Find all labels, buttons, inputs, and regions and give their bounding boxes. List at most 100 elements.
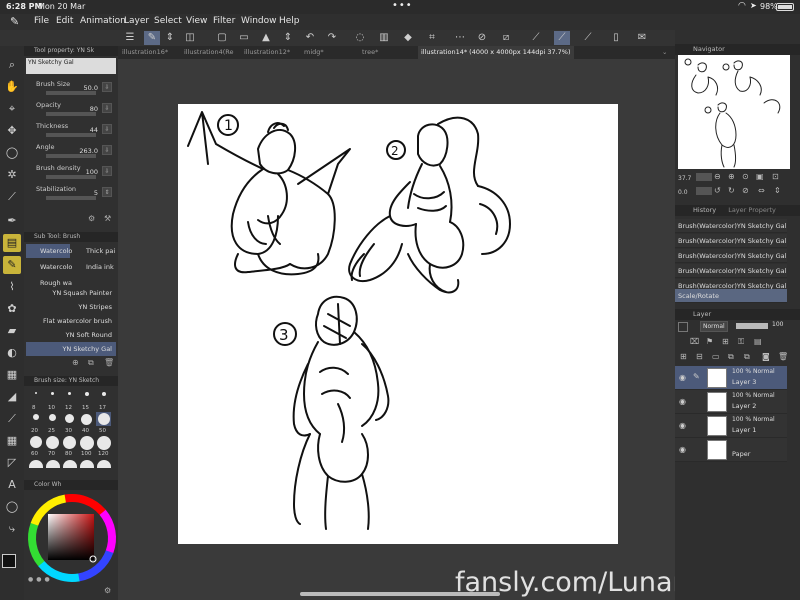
new-raster-layer-icon[interactable]: ⊞: [680, 352, 687, 361]
layer-row-2[interactable]: ◉ 100 % Normal Layer 2: [675, 390, 787, 414]
wrench-icon[interactable]: ⚒: [104, 214, 111, 223]
eraser-tool-icon[interactable]: ▰: [3, 322, 21, 340]
brush-list-item[interactable]: YN Soft Round: [26, 328, 116, 342]
navigator-thumbnail[interactable]: [678, 55, 790, 169]
export-icon[interactable]: ⇕: [280, 31, 296, 45]
size-cell[interactable]: [79, 414, 94, 428]
eyedropper-tool-icon[interactable]: ⟋: [3, 188, 21, 206]
hamburger-menu-icon[interactable]: ☰: [122, 31, 138, 45]
open-folder-icon[interactable]: ▭: [236, 31, 252, 45]
brush-list-item[interactable]: YN Squash Painter: [26, 286, 116, 300]
layer-color-icon[interactable]: ▤: [754, 337, 762, 346]
fill-icon[interactable]: ◆: [400, 31, 416, 45]
size-cell[interactable]: [62, 436, 77, 450]
color-settings-icon[interactable]: ⚙: [104, 586, 111, 595]
menu-layer[interactable]: Layer: [124, 16, 149, 26]
visibility-eye-icon[interactable]: ◉: [679, 397, 686, 406]
prop-toggle-icon[interactable]: ⇩: [102, 124, 112, 134]
selection-launcher-icon[interactable]: ⋯: [452, 31, 468, 45]
tab-illustration4[interactable]: illustration4(Re: [184, 48, 233, 56]
zoom-in-icon[interactable]: ⊕: [728, 172, 735, 181]
blend-mode-select[interactable]: Normal: [700, 321, 728, 332]
mask-icon[interactable]: ◙: [762, 352, 770, 361]
frame-tool-icon[interactable]: ▦: [3, 432, 21, 450]
gradient-tool-icon[interactable]: ◢: [3, 388, 21, 406]
help-icon[interactable]: ✉: [634, 31, 650, 45]
color-wheel[interactable]: [26, 492, 118, 584]
clip-layer-icon[interactable]: ⌧: [690, 337, 699, 346]
snap-grid-icon[interactable]: ⟋: [580, 31, 596, 45]
new-vector-layer-icon[interactable]: ⊟: [696, 352, 703, 361]
history-item[interactable]: Brush(Watercolor)YN Sketchy Gal: [675, 219, 787, 233]
tab-illustration12[interactable]: illustration12*: [244, 48, 290, 56]
clear-icon[interactable]: ▥: [376, 31, 392, 45]
delete-subtool-icon[interactable]: 🗑: [104, 358, 114, 367]
hand-tool-icon[interactable]: ✋: [3, 78, 21, 96]
ruler-icon[interactable]: ⧄: [498, 31, 514, 45]
size-cell[interactable]: [62, 460, 77, 474]
history-item[interactable]: Brush(Watercolor)YN Sketchy Gal: [675, 264, 787, 278]
device-icon[interactable]: ▯: [608, 31, 624, 45]
size-cell[interactable]: [45, 460, 60, 474]
prop-slider[interactable]: [46, 112, 96, 116]
brush-list-item[interactable]: Flat watercolor brush: [26, 314, 116, 328]
size-cell[interactable]: [62, 392, 77, 406]
companion-icon[interactable]: ◫: [182, 31, 198, 45]
lasso-tool-icon[interactable]: ◯: [3, 144, 21, 162]
size-cell[interactable]: [96, 436, 111, 450]
home-indicator[interactable]: [300, 592, 500, 596]
stepper-icon[interactable]: ⇕: [162, 31, 178, 45]
undo-icon[interactable]: ↶: [302, 31, 318, 45]
visibility-eye-icon[interactable]: ◉: [679, 373, 686, 382]
brush-list-item[interactable]: YN Stripes: [26, 300, 116, 314]
flip-vertical-icon[interactable]: ⇕: [774, 186, 781, 195]
menu-animation[interactable]: Animation: [80, 16, 126, 26]
brush-tool-icon[interactable]: ✎: [3, 256, 21, 274]
pencil-tool-icon[interactable]: ▤: [3, 234, 21, 252]
prop-brush-size[interactable]: Brush Size 50.0 ⇩: [32, 80, 116, 100]
prop-slider[interactable]: [46, 91, 96, 95]
layer-row-1[interactable]: ◉ 100 % Normal Layer 1: [675, 414, 787, 438]
subtool-india-ink[interactable]: India ink: [72, 260, 116, 274]
main-color-swatch[interactable]: [2, 554, 16, 568]
size-cell[interactable]: [28, 414, 43, 428]
prop-slider[interactable]: [46, 175, 96, 179]
drawing-canvas[interactable]: 1 2 3: [178, 104, 618, 544]
rotate-right-icon[interactable]: ↻: [728, 186, 735, 195]
transform-icon[interactable]: ⌗: [424, 31, 440, 45]
prop-toggle-icon[interactable]: ⇩: [102, 103, 112, 113]
size-cell[interactable]: [79, 460, 94, 474]
new-file-icon[interactable]: ▢: [214, 31, 230, 45]
rotate-left-icon[interactable]: ↺: [714, 186, 721, 195]
tab-overflow-chevron-icon[interactable]: ⌄: [662, 48, 667, 56]
color-mode-icons[interactable]: ●●●: [28, 576, 53, 583]
layer-opacity-slider[interactable]: [736, 323, 768, 329]
tab-midg[interactable]: midg*: [304, 48, 324, 56]
magic-wand-tool-icon[interactable]: ✲: [3, 166, 21, 184]
tab-illustration16[interactable]: illustration16*: [122, 48, 168, 56]
layer-row-paper[interactable]: ◉ Paper: [675, 438, 787, 462]
size-cell[interactable]: [28, 460, 43, 474]
pen-tool-icon[interactable]: ✒: [3, 212, 21, 230]
layer-row-3[interactable]: ◉ ✎ 100 % Normal Layer 3: [675, 366, 787, 390]
prop-slider[interactable]: [46, 133, 96, 137]
new-folder-icon[interactable]: ▭: [712, 352, 720, 361]
save-icon[interactable]: ▲: [258, 31, 274, 45]
balloon-tool-icon[interactable]: ◯: [3, 498, 21, 516]
prop-brush-density[interactable]: Brush density 100 ⇩: [32, 164, 116, 184]
size-cell[interactable]: [96, 460, 111, 474]
app-logo-icon[interactable]: ✎: [10, 15, 19, 28]
prop-toggle-icon[interactable]: ⇩: [102, 82, 112, 92]
subtool-watercolor-2[interactable]: Watercolo: [26, 260, 72, 274]
prop-angle[interactable]: Angle 263.0 ⇩: [32, 143, 116, 163]
add-subtool-icon[interactable]: ⊕: [72, 358, 79, 367]
settings-icon[interactable]: ⚙: [88, 214, 95, 223]
airbrush-tool-icon[interactable]: ⌇: [3, 278, 21, 296]
size-cell[interactable]: [45, 436, 60, 450]
duplicate-layer-icon[interactable]: ⧉: [744, 352, 750, 362]
reference-layer-icon[interactable]: ⚑: [706, 337, 713, 346]
blend-tool-icon[interactable]: ◐: [3, 344, 21, 362]
prop-opacity[interactable]: Opacity 80 ⇩: [32, 101, 116, 121]
subtool-watercolor-1[interactable]: Watercolo: [26, 244, 72, 258]
lock-layer-icon[interactable]: ⚿: [738, 337, 744, 347]
